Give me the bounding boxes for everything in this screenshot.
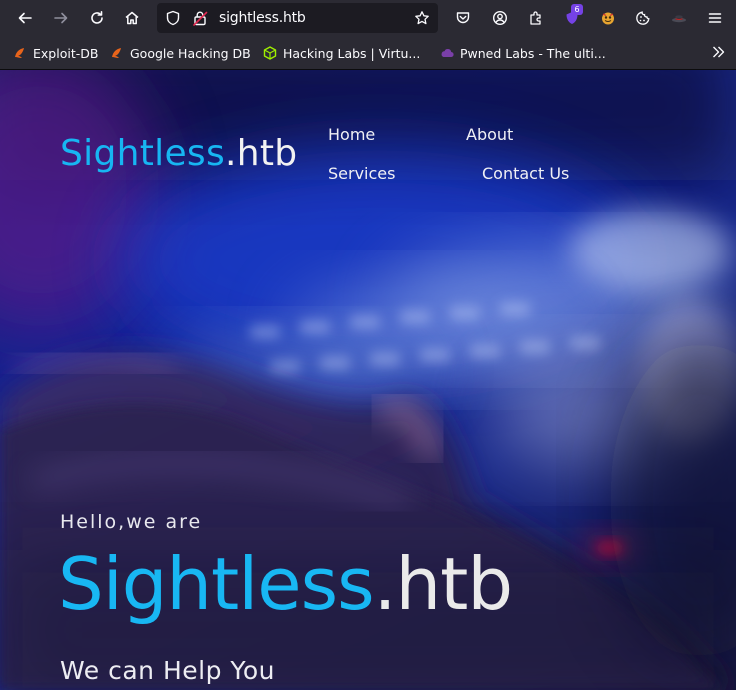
pwned-labs-cloud-favicon [441, 49, 454, 58]
bookmark-label: Exploit-DB [33, 45, 99, 61]
puzzle-icon [530, 11, 541, 25]
web-page: Sightless.htb Home About Services Contac… [0, 70, 736, 690]
back-button[interactable] [13, 6, 37, 30]
hat-icon [672, 15, 686, 23]
logo-name: Sightless [60, 133, 225, 174]
account-icon [492, 10, 508, 26]
hero-greeting: Hello,we are [60, 511, 203, 533]
bookmarks-toolbar: Exploit-DB Google Hacking DB Hacking Lab… [0, 36, 736, 70]
nav-link-services[interactable]: Services [328, 164, 395, 183]
bookmark-google-hacking-db[interactable]: Google Hacking DB [110, 45, 251, 61]
url-bar[interactable]: sightless.htb [157, 3, 438, 33]
menu-button[interactable] [703, 6, 727, 30]
hackthebox-cube-favicon [263, 46, 277, 60]
nav-link-contact[interactable]: Contact Us [482, 164, 569, 183]
logo-tld: .htb [225, 133, 298, 174]
account-button[interactable] [488, 6, 512, 30]
tampermonkey-button[interactable] [596, 6, 620, 30]
hero-title-name: Sightless [58, 542, 375, 626]
back-arrow-icon [18, 12, 32, 24]
exploit-db-favicon [15, 48, 24, 58]
pocket-button[interactable] [451, 6, 475, 30]
bookmark-pwned-labs[interactable]: Pwned Labs - The ulti... [440, 45, 606, 61]
hero-title-tld: .htb [373, 542, 513, 626]
ghdb-favicon [112, 48, 121, 58]
bookmark-label: Pwned Labs - The ulti... [460, 45, 606, 61]
home-button[interactable] [120, 6, 144, 30]
bookmark-star-icon[interactable] [414, 10, 430, 26]
bookmark-label: Hacking Labs | Virtu... [283, 45, 421, 61]
shield-icon[interactable] [165, 10, 181, 26]
bookmark-label: Google Hacking DB [130, 45, 251, 61]
nav-link-home[interactable]: Home [328, 125, 375, 144]
home-icon [125, 11, 139, 25]
browser-toolbar: sightless.htb 6 [0, 0, 736, 36]
insecure-lock-icon[interactable] [192, 10, 208, 26]
forward-button[interactable] [49, 6, 73, 30]
extension-count-badge: 6 [571, 4, 583, 15]
nav-link-about[interactable]: About [466, 125, 513, 144]
extension-face-icon [602, 12, 614, 25]
extensions-button[interactable] [524, 6, 548, 30]
reload-button[interactable] [85, 6, 109, 30]
bookmark-exploit-db[interactable]: Exploit-DB [13, 45, 98, 61]
site-logo[interactable]: Sightless.htb [60, 133, 297, 174]
cookie-extension-button[interactable] [631, 6, 655, 30]
hero-title: Sightless.htb [58, 548, 513, 620]
hat-extension-button[interactable] [667, 6, 691, 30]
url-text[interactable]: sightless.htb [219, 10, 306, 26]
bookmark-hacking-labs[interactable]: Hacking Labs | Virtu... [263, 45, 420, 61]
cookie-icon [636, 11, 650, 25]
hamburger-menu-icon [708, 13, 722, 23]
hero-tagline: We can Help You [60, 656, 275, 685]
pocket-icon [456, 12, 470, 24]
forward-arrow-icon [54, 12, 68, 24]
more-bookmarks-chevron-icon[interactable] [710, 44, 726, 60]
reload-icon [91, 11, 103, 24]
